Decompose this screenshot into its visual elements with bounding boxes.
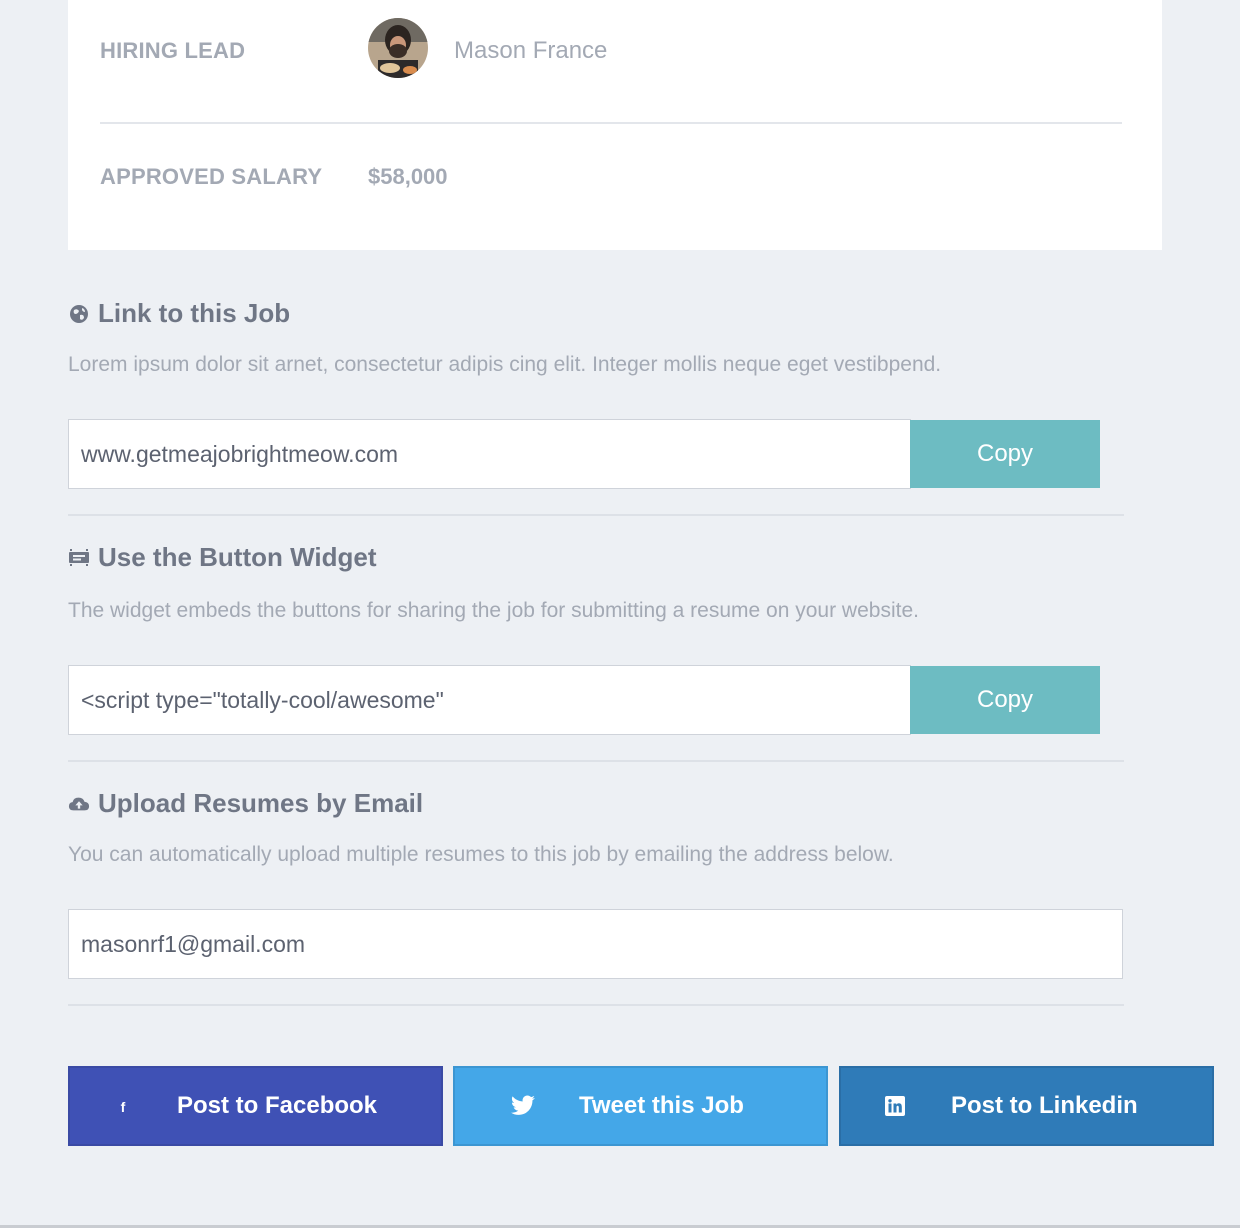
approved-salary-label: APPROVED SALARY (100, 164, 323, 189)
widget-section-title-text: Use the Button Widget (98, 542, 377, 572)
twitter-button-label: Tweet this Job (579, 1092, 744, 1119)
facebook-icon: f (114, 1094, 132, 1118)
post-to-facebook-button[interactable]: f Post to Facebook (68, 1066, 443, 1146)
linkedin-icon (885, 1096, 905, 1116)
hiring-lead-label: HIRING LEAD (100, 38, 246, 63)
hiring-lead-name: Mason France (454, 37, 608, 64)
svg-text:f: f (121, 1099, 126, 1115)
link-section-title: Link to this Job (68, 298, 290, 329)
globe-icon (68, 303, 90, 325)
widget-section-title: Use the Button Widget (68, 542, 377, 573)
facebook-button-label: Post to Facebook (177, 1092, 378, 1119)
cloud-upload-icon (68, 793, 90, 815)
section-divider (68, 760, 1124, 762)
section-divider (68, 514, 1124, 516)
post-to-linkedin-button[interactable]: Post to Linkedin (839, 1066, 1214, 1146)
approved-salary-value: $58,000 (368, 164, 448, 189)
job-details-card: HIRING LEAD Mason France APPROVED SALARY… (68, 0, 1162, 250)
section-divider (68, 1004, 1124, 1006)
linkedin-button-label: Post to Linkedin (951, 1092, 1138, 1119)
link-section-description: Lorem ipsum dolor sit arnet, consectetur… (68, 353, 942, 376)
widget-icon (68, 547, 90, 569)
avatar[interactable] (368, 18, 428, 78)
widget-section-description: The widget embeds the buttons for sharin… (68, 599, 919, 622)
email-section-description: You can automatically upload multiple re… (68, 843, 894, 866)
link-section-title-text: Link to this Job (98, 298, 291, 328)
copy-link-button[interactable]: Copy (910, 420, 1100, 488)
card-divider (100, 122, 1122, 124)
job-link-input[interactable]: www.getmeajobrightmeow.com (68, 419, 911, 489)
email-section-title: Upload Resumes by Email (68, 788, 423, 819)
tweet-this-job-button[interactable]: Tweet this Job (453, 1066, 828, 1146)
email-section-title-text: Upload Resumes by Email (98, 788, 424, 818)
copy-widget-button[interactable]: Copy (910, 666, 1100, 734)
widget-code-input[interactable]: <script type="totally-cool/awesome" (68, 665, 911, 735)
twitter-icon (510, 1095, 536, 1117)
upload-email-input[interactable]: masonrf1@gmail.com (68, 909, 1123, 979)
